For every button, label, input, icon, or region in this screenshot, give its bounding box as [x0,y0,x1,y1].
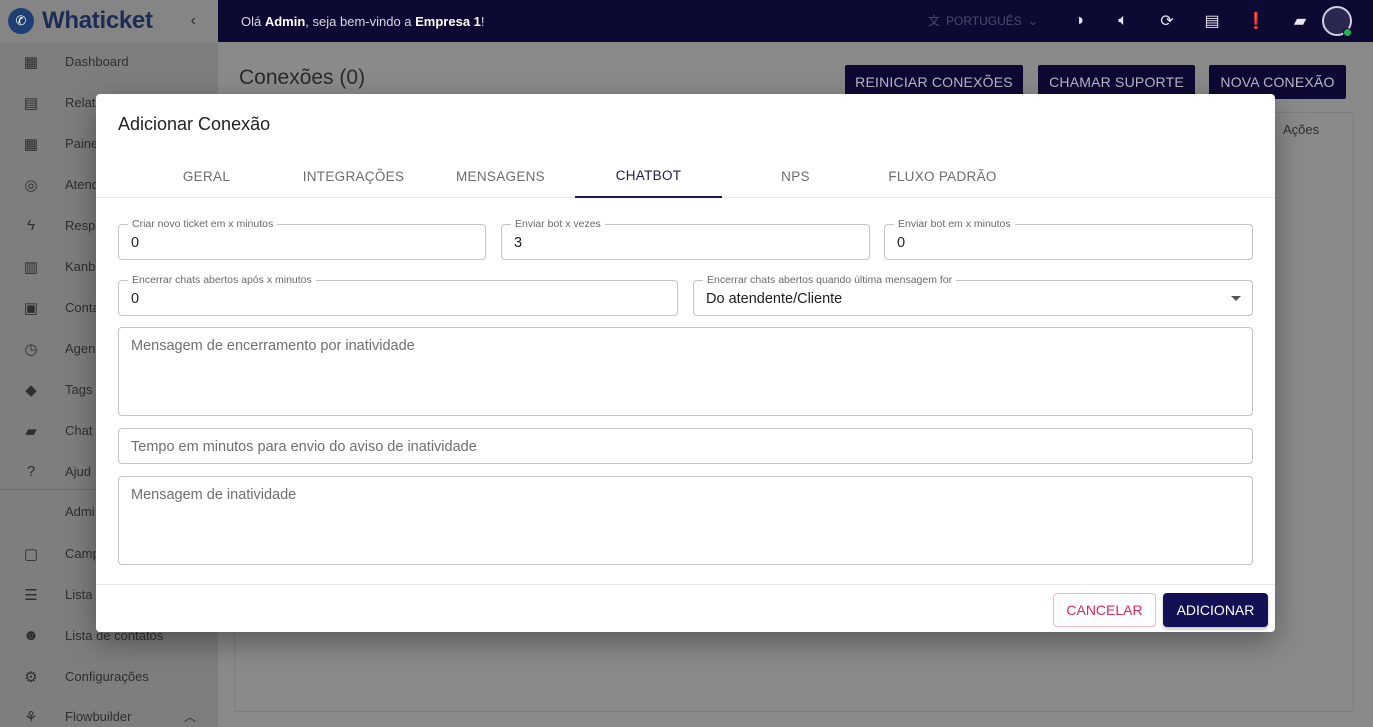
dropdown-arrow-icon [1231,296,1241,301]
cancel-button[interactable]: CANCELAR [1053,593,1156,627]
add-connection-dialog: Adicionar Conexão GERAL INTEGRAÇÕES MENS… [96,94,1275,632]
logo-bar: ✆ Whaticket ‹ [0,0,218,42]
field-placeholder: Mensagem de encerramento por inatividade [131,338,415,354]
sidebar-item-label: Conta [65,300,100,315]
help-icon: ? [26,463,36,480]
inactivity-message-textarea[interactable]: Mensagem de inatividade [118,476,1253,565]
clock-icon: ◷ [24,340,38,358]
top-bar: Olá Admin, seja bem-vindo a Empresa 1! 文… [218,0,1373,42]
field-value: 0 [131,235,140,251]
contacts-icon: ▣ [23,299,39,317]
sidebar-item-label: Ajud [65,464,92,479]
sidebar-item-label: Kanb [65,259,96,274]
online-status-dot [1343,28,1352,37]
send-bot-minutes-field[interactable]: Enviar bot em x minutos 0 [884,218,1253,260]
people-icon: ☻ [23,627,39,644]
sidebar-item-label: Camp [65,546,100,561]
dashboard-icon: ▦ [23,53,39,71]
sidebar-item-label: Dashboard [65,54,129,69]
tab-chatbot[interactable]: CHATBOT [575,154,722,198]
field-label: Encerrar chats abertos após x minutos [128,274,316,286]
sidebar-item-settings[interactable]: ⚙ Configurações [0,656,218,697]
field-label: Enviar bot em x minutos [894,218,1015,230]
sidebar-item-flowbuilder[interactable]: ⚘ Flowbuilder ︿ [0,696,218,727]
send-bot-times-field[interactable]: Enviar bot x vezes 3 [501,218,870,260]
tab-integracoes[interactable]: INTEGRAÇÕES [280,154,427,198]
close-after-minutes-field[interactable]: Encerrar chats abertos após x minutos 0 [118,274,678,316]
closing-message-textarea[interactable]: Mensagem de encerramento por inatividade [118,327,1253,416]
message-icon[interactable]: ▤ [1201,10,1223,32]
translate-icon: 文 [928,14,941,28]
volume-icon[interactable]: 🔈︎ [1112,10,1134,32]
dialog-title: Adicionar Conexão [118,114,271,134]
language-label: PORTUGUÊS [946,13,1022,28]
report-icon: ▤ [23,94,39,112]
inactivity-time-field[interactable]: Tempo em minutos para envio do aviso de … [118,428,1253,464]
chevron-left-icon[interactable]: ‹ [191,12,196,30]
greeting-suffix: ! [480,13,485,29]
field-label: Criar novo ticket em x minutos [128,218,278,230]
chat-icon: ▰ [25,422,37,440]
dialog-tabs: GERAL INTEGRAÇÕES MENSAGENS CHATBOT NPS … [96,154,1275,198]
grid-icon: ▦ [23,135,39,153]
sidebar-item-dashboard[interactable]: ▦ Dashboard [0,41,218,82]
sidebar-item-label: Atend [65,177,99,192]
sidebar-item-label: Relat [65,95,96,110]
chevron-up-icon[interactable]: ︿ [184,708,196,725]
sidebar-item-label: Agen [65,341,96,356]
user-name: Admin [264,13,306,29]
list-icon: ☰ [24,586,38,604]
kanban-icon: ▥ [23,258,39,276]
page-title: Conexões (0) [239,66,366,89]
sidebar-item-label: Tags [65,382,93,397]
select-value: Do atendente/Cliente [706,291,843,307]
company-name: Empresa 1 [415,13,481,29]
chevron-down-icon: ⌄ [1027,13,1038,28]
flow-icon: ⚘ [24,708,38,726]
calendar-icon: ▢ [23,545,39,563]
tab-geral[interactable]: GERAL [133,154,280,198]
close-when-last-message-select[interactable]: Encerrar chats abertos quando última men… [693,274,1253,316]
column-header-actions: Ações [1283,122,1320,137]
field-label: Enviar bot x vezes [511,218,605,230]
whatsapp-logo-icon: ✆ [8,8,34,34]
tab-fluxo-padrao[interactable]: FLUXO PADRÃO [869,154,1016,198]
greeting-text: Olá Admin, seja bem-vindo a Empresa 1! [241,14,485,29]
refresh-icon[interactable]: ⟳ [1156,10,1178,32]
sidebar-section-admin: Admi [65,504,95,519]
field-label: Encerrar chats abertos quando última men… [703,274,957,286]
sidebar-item-label: Resp [65,218,96,233]
field-value: 0 [897,235,906,251]
new-ticket-minutes-field[interactable]: Criar novo ticket em x minutos 0 [118,218,486,260]
sidebar-item-label: Flowbuilder [65,709,132,724]
chat-bubbles-icon[interactable]: ▰ [1289,10,1311,32]
tag-icon: ◆ [25,381,37,399]
greeting-prefix: Olá [241,13,265,29]
whatsapp-icon: ◎ [24,176,38,194]
theme-toggle-icon[interactable]: ◑ [1068,10,1090,32]
sidebar-item-label: Paine [65,136,99,151]
field-value: 0 [131,291,140,307]
language-selector[interactable]: 文 PORTUGUÊS ⌄ [928,12,1038,29]
brand-name: Whaticket [42,7,153,34]
sidebar-item-label: Chat [65,423,93,438]
bolt-icon: ϟ [27,217,35,234]
add-button[interactable]: ADICIONAR [1163,593,1268,627]
field-placeholder: Tempo em minutos para envio do aviso de … [131,439,477,455]
greeting-mid: , seja bem-vindo a [305,13,416,29]
tab-nps[interactable]: NPS [722,154,869,198]
sidebar-item-label: Lista [65,587,93,602]
tab-mensagens[interactable]: MENSAGENS [427,154,574,198]
settings-icon: ⚙ [24,668,38,686]
announcement-icon[interactable]: ❗ [1245,10,1267,32]
sidebar-item-label: Configurações [65,669,149,684]
dialog-actions: CANCELAR ADICIONAR [96,584,1275,632]
field-value: 3 [514,235,523,251]
field-placeholder: Mensagem de inatividade [131,487,297,503]
